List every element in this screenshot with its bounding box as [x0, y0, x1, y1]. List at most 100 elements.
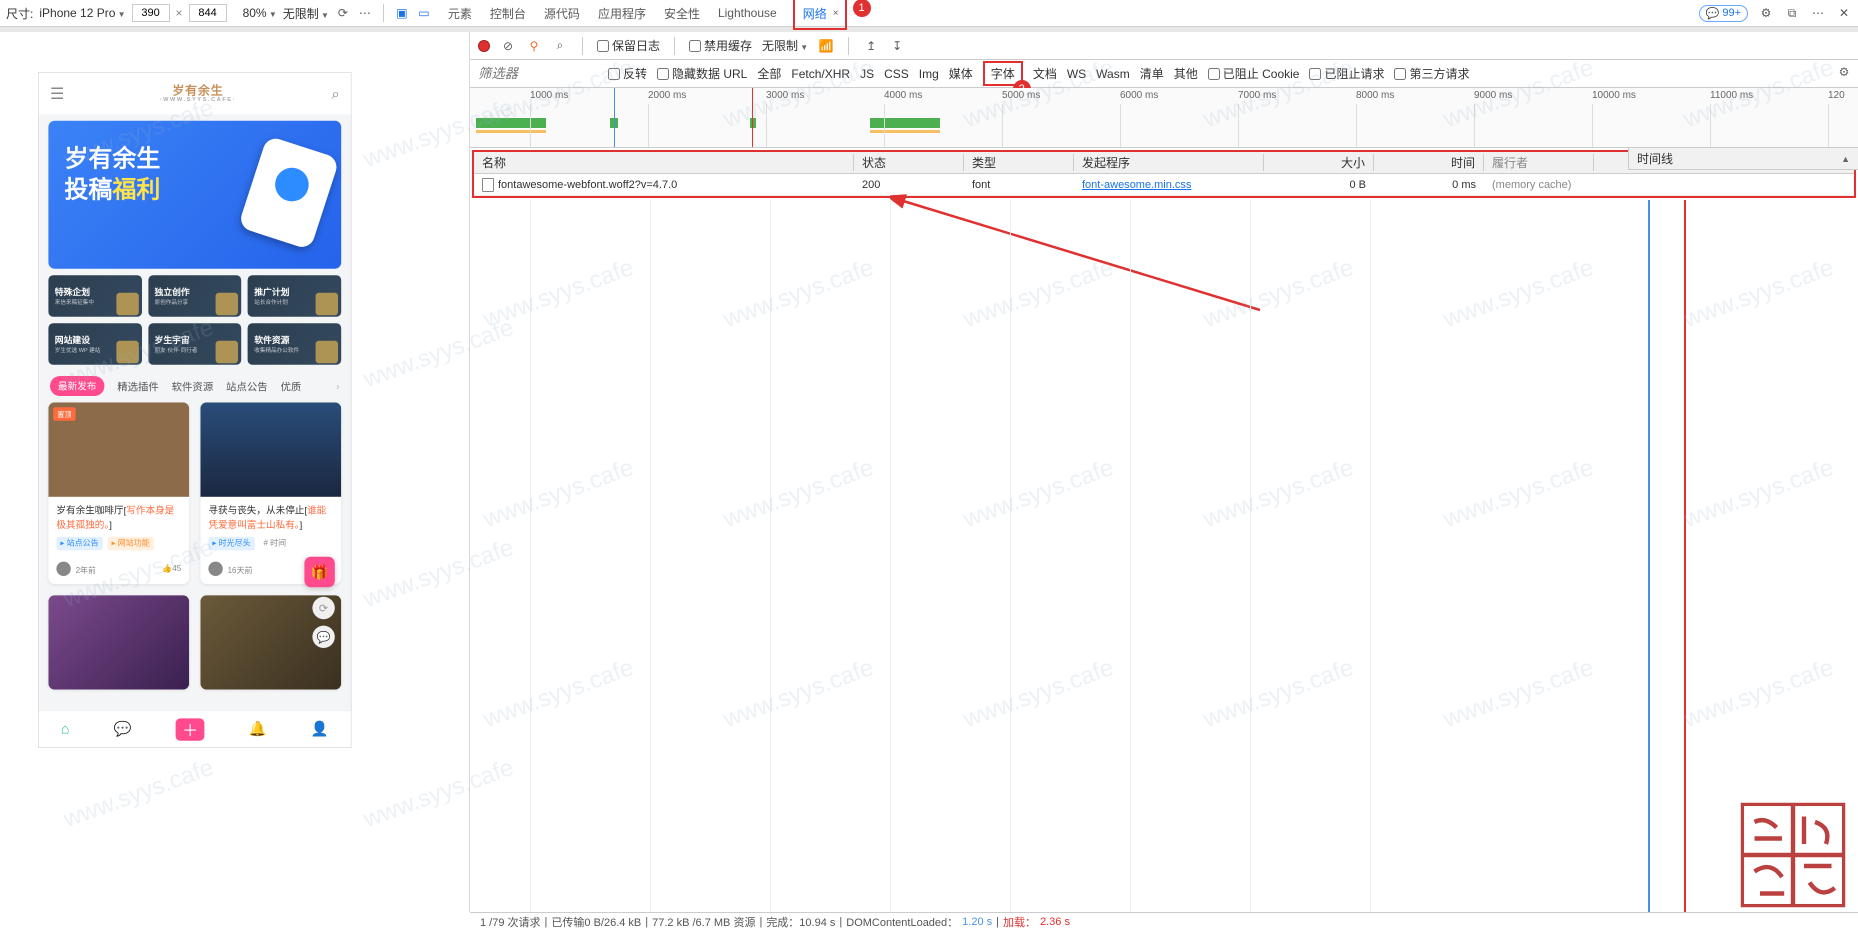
filter-type-清单[interactable]: 清单 [1140, 65, 1164, 82]
close-icon[interactable]: × [833, 8, 839, 19]
disable-cache-checkbox[interactable]: 禁用缓存 [689, 37, 752, 54]
phone-screen: ☰ 岁有余生 ·WWW.SYYS.CAFE· ⌕ 岁有余生 投稿福利 特殊企划来… [38, 72, 352, 748]
filter-type-媒体[interactable]: 媒体 [949, 65, 973, 82]
site-logo[interactable]: 岁有余生 ·WWW.SYYS.CAFE· [160, 85, 237, 103]
invert-checkbox[interactable]: 反转 [608, 65, 647, 82]
col-size[interactable]: 大小 [1264, 154, 1374, 171]
wifi-icon[interactable]: 📶 [818, 38, 834, 54]
nav-add-icon[interactable]: ＋ [176, 718, 205, 740]
filter-type-全部[interactable]: 全部 [757, 65, 781, 82]
throttle-select[interactable]: 无限制 [762, 37, 808, 54]
category-card[interactable]: 特殊企划来信来稿征集中 [48, 275, 141, 317]
tab-application[interactable]: 应用程序 [596, 1, 648, 26]
filter-type-css[interactable]: CSS [884, 67, 909, 81]
tab-quality[interactable]: 优质 [280, 378, 301, 393]
dock-icon[interactable]: ⧉ [1784, 5, 1800, 21]
preserve-log-checkbox[interactable]: 保留日志 [597, 37, 660, 54]
tab-elements[interactable]: 元素 [446, 1, 474, 26]
col-status[interactable]: 状态 [854, 154, 964, 171]
filter-type-fetch/xhr[interactable]: Fetch/XHR [791, 67, 850, 81]
more-vert-icon[interactable]: ⋯ [1810, 5, 1826, 21]
gear-icon[interactable]: ⚙ [1758, 5, 1774, 21]
hero-banner[interactable]: 岁有余生 投稿福利 [48, 121, 341, 269]
col-fulfilled[interactable]: 履行者 [1484, 154, 1594, 171]
more-icon[interactable]: ⋯ [357, 5, 373, 21]
filter-type-文档[interactable]: 文档 [1033, 65, 1057, 82]
tab-latest[interactable]: 最新发布 [50, 376, 104, 396]
issues-badge[interactable]: 💬 99+ [1699, 5, 1748, 22]
record-icon[interactable] [478, 40, 490, 52]
upload-icon[interactable]: ↥ [863, 38, 879, 54]
filter-type-其他[interactable]: 其他 [1174, 65, 1198, 82]
tab-network-boxed[interactable]: 网络 × 1 [793, 0, 847, 30]
initiator-link[interactable]: font-awesome.min.css [1082, 179, 1191, 191]
table-row[interactable]: fontawesome-webfont.woff2?v=4.7.0 200fon… [474, 174, 1854, 196]
filter-icon[interactable]: ⚲ [526, 38, 542, 54]
col-waterfall[interactable]: 时间线 ▲ [1628, 148, 1858, 170]
col-type[interactable]: 类型 [964, 154, 1074, 171]
blocked-requests-checkbox[interactable]: 已阻止请求 [1309, 65, 1384, 82]
filter-type-ws[interactable]: WS [1067, 67, 1086, 81]
tab-lighthouse[interactable]: Lighthouse [716, 2, 779, 24]
device-dropdown[interactable]: iPhone 12 Pro [39, 6, 125, 20]
close-devtools-icon[interactable]: ✕ [1836, 5, 1852, 21]
category-grid: 特殊企划来信来稿征集中独立创作原创作品分享推广计划站长合作计划网站建设岁生优选 … [39, 275, 351, 365]
search-net-icon[interactable]: ⌕ [552, 38, 568, 54]
refresh-fab[interactable]: ⟳ [312, 597, 334, 619]
seal-stamp [1738, 800, 1848, 910]
timeline-tick: 120 [1828, 90, 1845, 101]
chevron-right-icon[interactable]: › [336, 380, 339, 392]
gift-fab[interactable]: 🎁 [304, 557, 334, 587]
devtools-tabs: 元素 控制台 源代码 应用程序 安全性 Lighthouse 网络 × 1 [446, 0, 847, 30]
bottom-nav: ⌂ 💬 ＋ 🔔 👤 [39, 710, 351, 747]
post-card[interactable] [48, 595, 189, 689]
tab-console[interactable]: 控制台 [488, 1, 528, 26]
tab-announce[interactable]: 站点公告 [226, 378, 268, 393]
width-input[interactable] [132, 4, 170, 22]
inspect-icon[interactable]: ▣ [394, 5, 410, 21]
chat-fab[interactable]: 💬 [312, 626, 334, 648]
search-icon[interactable]: ⌕ [332, 85, 340, 102]
zoom-dropdown[interactable]: 80% [243, 6, 277, 20]
category-card[interactable]: 推广计划站长合作计划 [248, 275, 341, 317]
filter-input[interactable] [478, 66, 598, 81]
tab-software[interactable]: 软件资源 [172, 378, 214, 393]
category-card[interactable]: 软件资源收集精品办公软件 [248, 323, 341, 365]
size-label: 尺寸: [6, 5, 33, 22]
rotate-icon[interactable]: ⟳ [335, 5, 351, 21]
clear-icon[interactable]: ⊘ [500, 38, 516, 54]
device-toggle-icon[interactable]: ▭ [416, 5, 432, 21]
category-card[interactable]: 独立创作原创作品分享 [148, 275, 241, 317]
nav-user-icon[interactable]: 👤 [311, 721, 329, 738]
filter-type-字体[interactable]: 字体2 [983, 61, 1023, 86]
device-preview-pane: ☰ 岁有余生 ·WWW.SYYS.CAFE· ⌕ 岁有余生 投稿福利 特殊企划来… [0, 32, 470, 912]
timeline-tick: 7000 ms [1238, 90, 1276, 101]
hamburger-icon[interactable]: ☰ [50, 84, 64, 104]
tab-plugins[interactable]: 精选插件 [117, 378, 159, 393]
tab-network[interactable]: 网络 [801, 1, 829, 26]
timeline-overview[interactable]: 1000 ms2000 ms3000 ms4000 ms5000 ms6000 … [470, 88, 1858, 148]
category-card[interactable]: 岁生宇宙朋友·伙伴·同行者 [148, 323, 241, 365]
height-input[interactable] [189, 4, 227, 22]
post-card[interactable]: 置顶 岁有余生咖啡厅[写作本身是极其孤独的。]▸ 站点公告▸ 网站功能 2年前👍… [48, 402, 189, 584]
nav-home-icon[interactable]: ⌂ [61, 721, 70, 738]
blocked-cookies-checkbox[interactable]: 已阻止 Cookie [1208, 65, 1300, 82]
download-icon[interactable]: ↧ [889, 38, 905, 54]
timeline-tick: 1000 ms [530, 90, 568, 101]
nav-message-icon[interactable]: 💬 [114, 721, 132, 738]
throttle-dropdown[interactable]: 无限制 [283, 5, 329, 22]
tab-sources[interactable]: 源代码 [542, 1, 582, 26]
file-icon [482, 178, 494, 192]
filter-type-js[interactable]: JS [860, 67, 874, 81]
content-tabs: 最新发布 精选插件 软件资源 站点公告 优质 › [39, 365, 351, 403]
col-initiator[interactable]: 发起程序 [1074, 154, 1264, 171]
nav-bell-icon[interactable]: 🔔 [249, 721, 267, 738]
category-card[interactable]: 网站建设岁生优选 WP 建站 [48, 323, 141, 365]
col-time[interactable]: 时间 [1374, 154, 1484, 171]
hide-data-url-checkbox[interactable]: 隐藏数据 URL [657, 65, 747, 82]
col-name[interactable]: 名称 [474, 154, 854, 171]
filter-type-img[interactable]: Img [919, 67, 939, 81]
tab-security[interactable]: 安全性 [662, 1, 702, 26]
filter-type-wasm[interactable]: Wasm [1096, 67, 1130, 81]
third-party-checkbox[interactable]: 第三方请求 [1394, 65, 1469, 82]
